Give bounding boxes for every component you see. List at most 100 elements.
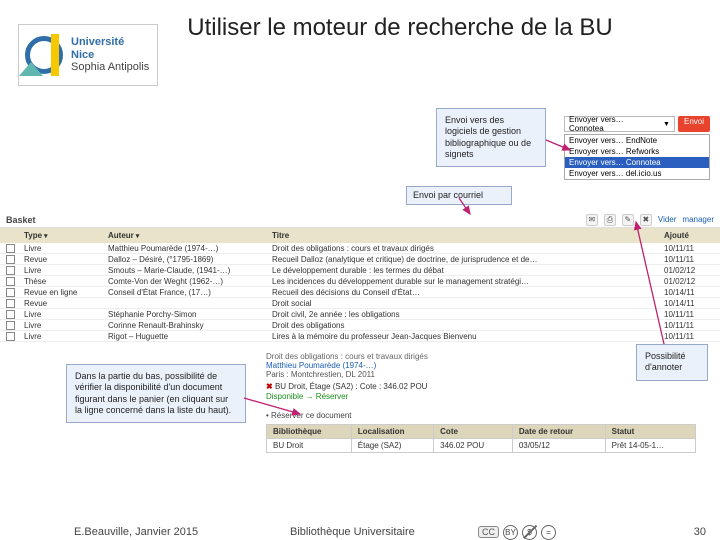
table-row[interactable]: Livre Rigot – Huguette Lires à la mémoire … (0, 331, 720, 342)
hcell-statut: Prêt 14-05-1… (605, 439, 695, 453)
cell-type: Livre (24, 332, 104, 341)
table-row[interactable]: LivreMatthieu Poumarède (1974-…)Droit de… (0, 243, 720, 254)
cell-ajoute: 01/02/12 (664, 266, 714, 275)
cell-titre: Droit des obligations : cours et travaux… (272, 244, 660, 253)
col-titre[interactable]: Titre (272, 231, 660, 240)
cell-ajoute: 10/11/11 (664, 255, 714, 264)
row-checkbox[interactable] (6, 288, 15, 297)
hcell-date: 03/05/12 (512, 439, 605, 453)
cell-type: Revue en ligne (24, 288, 104, 297)
row-checkbox[interactable] (6, 255, 15, 264)
cell-auteur: Conseil d'État France, (17…) (108, 288, 268, 297)
detail-availability[interactable]: Disponible → Réserver (266, 392, 696, 401)
row-checkbox[interactable] (6, 244, 15, 253)
detail-title: Droit des obligations : cours et travaux… (266, 352, 696, 361)
hcell-bib: BU Droit (267, 439, 352, 453)
footer-author-date: E.Beauville, Janvier 2015 (74, 526, 198, 538)
envoyer-option-endnote[interactable]: Envoyer vers… EndNote (565, 135, 709, 146)
basket-panel: Basket ✉ ⎙ ✎ ✖ Vider manager Type Auteur… (0, 212, 720, 322)
envoyer-option-delicious[interactable]: Envoyer vers… del.icio.us (565, 168, 709, 179)
cell-auteur: Rigot – Huguette (108, 332, 268, 341)
print-icon[interactable]: ⎙ (604, 214, 616, 226)
cell-titre: Recueil des décisions du Conseil d'État… (272, 288, 660, 297)
cell-auteur: Corinne Renault-Brahinsky (108, 321, 268, 330)
cc-by-icon: BY (503, 525, 518, 540)
row-checkbox[interactable] (6, 310, 15, 319)
slide-title: Utiliser le moteur de recherche de la BU (180, 14, 620, 42)
footer-org: Bibliothèque Universitaire (290, 526, 415, 538)
row-checkbox[interactable] (6, 277, 15, 286)
table-row[interactable]: ThèseComte-Von der Weght (1962-…)Les inc… (0, 276, 720, 287)
cell-auteur: Smouts – Marie-Claude, (1941-…) (108, 266, 268, 275)
basket-manage-link[interactable]: manager (682, 215, 714, 224)
unavailable-icon: ✖ (266, 382, 273, 391)
hcell-loc: Étage (SA2) (351, 439, 433, 453)
cell-ajoute: 10/11/11 (664, 332, 714, 341)
basket-label: Basket (6, 215, 36, 225)
envoyer-select[interactable]: Envoyer vers… Connotea ▼ (564, 116, 675, 132)
cell-ajoute: 10/11/11 (664, 321, 714, 330)
callout-bas: Dans la partie du bas, possibilité de vé… (66, 364, 246, 423)
cell-ajoute: 10/11/11 (664, 310, 714, 319)
envoyer-option-connotea[interactable]: Envoyer vers… Connotea (565, 157, 709, 168)
table-row[interactable]: Revue Dalloz – Désiré, (°1795-1869) Recuei… (0, 254, 720, 265)
cell-titre: Lires à la mémoire du professeur Jean-Ja… (272, 332, 660, 341)
cc-license: CC BY $ = (478, 525, 556, 540)
holdings-table: Bibliothèque Localisation Cote Date de r… (266, 424, 696, 453)
cell-ajoute: 10/14/11 (664, 288, 714, 297)
cc-badge-icon: CC (478, 526, 499, 538)
cell-titre: Droit des obligations (272, 321, 660, 330)
cc-nd-icon: = (541, 525, 556, 540)
row-checkbox[interactable] (6, 332, 15, 341)
detail-author[interactable]: Matthieu Poumarède (1974-…) (266, 361, 696, 370)
delete-icon[interactable]: ✖ (640, 214, 652, 226)
logo-mark-icon (23, 34, 65, 76)
mail-icon[interactable]: ✉ (586, 214, 598, 226)
col-auteur[interactable]: Auteur (108, 231, 268, 240)
reserve-link[interactable]: • Réserver ce document (266, 411, 696, 420)
slide-number: 30 (694, 526, 706, 538)
cell-titre: Droit civil, 2e année : les obligations (272, 310, 660, 319)
basket-clear-link[interactable]: Vider (658, 215, 677, 224)
col-ajoute[interactable]: Ajouté (664, 231, 714, 240)
callout-courriel: Envoi par courriel (406, 186, 512, 205)
cell-type: Livre (24, 310, 104, 319)
envoyer-option-refworks[interactable]: Envoyer vers… Refworks (565, 146, 709, 157)
hcol-bib: Bibliothèque (267, 425, 352, 439)
cell-titre: Recueil Dalloz (analytique et critique) … (272, 255, 660, 264)
cell-auteur: Dalloz – Désiré, (°1795-1869) (108, 255, 268, 264)
callout-envoi-logiciels: Envoi vers des logiciels de gestion bibl… (436, 108, 546, 167)
table-row[interactable]: Livre Corinne Renault-Brahinsky Droit des … (0, 320, 720, 331)
table-row[interactable]: RevueDroit social10/14/11 (0, 298, 720, 309)
table-row[interactable]: Revue en ligne Conseil d'État France, (17… (0, 287, 720, 298)
cc-nc-icon: $ (522, 525, 537, 540)
cell-titre: Les incidences du développement durable … (272, 277, 660, 286)
university-logo: Université Nice Sophia Antipolis (18, 24, 158, 86)
row-checkbox[interactable] (6, 299, 15, 308)
note-icon[interactable]: ✎ (622, 214, 634, 226)
cell-type: Livre (24, 321, 104, 330)
envoyer-menu-area: Envoyer vers… Connotea ▼ Envoi Envoyer v… (564, 116, 710, 180)
logo-line2: Nice (71, 49, 149, 62)
row-checkbox[interactable] (6, 321, 15, 330)
hcol-loc: Localisation (351, 425, 433, 439)
logo-line3: Sophia Antipolis (71, 61, 149, 74)
cell-type: Revue (24, 255, 104, 264)
cell-ajoute: 10/14/11 (664, 299, 714, 308)
detail-panel: Droit des obligations : cours et travaux… (266, 352, 696, 453)
table-row[interactable]: LivreStéphanie Porchy-SimonDroit civil, … (0, 309, 720, 320)
hcol-date: Date de retour (512, 425, 605, 439)
detail-location: ✖ BU Droit, Étage (SA2) : Cote : 346.02 … (266, 382, 696, 391)
detail-location-text: BU Droit, Étage (SA2) : Cote : 346.02 PO… (275, 382, 428, 391)
col-type[interactable]: Type (24, 231, 104, 240)
holdings-row[interactable]: BU Droit Étage (SA2) 346.02 POU 03/05/12… (267, 439, 696, 453)
cell-ajoute: 01/02/12 (664, 277, 714, 286)
hcol-statut: Statut (605, 425, 695, 439)
envoyer-button[interactable]: Envoi (678, 116, 710, 132)
envoyer-select-label: Envoyer vers… Connotea (569, 115, 660, 133)
row-checkbox[interactable] (6, 266, 15, 275)
cell-ajoute: 10/11/11 (664, 244, 714, 253)
logo-text: Université Nice Sophia Antipolis (71, 36, 149, 74)
table-row[interactable]: LivreSmouts – Marie-Claude, (1941-…)Le d… (0, 265, 720, 276)
hcell-cote: 346.02 POU (434, 439, 513, 453)
